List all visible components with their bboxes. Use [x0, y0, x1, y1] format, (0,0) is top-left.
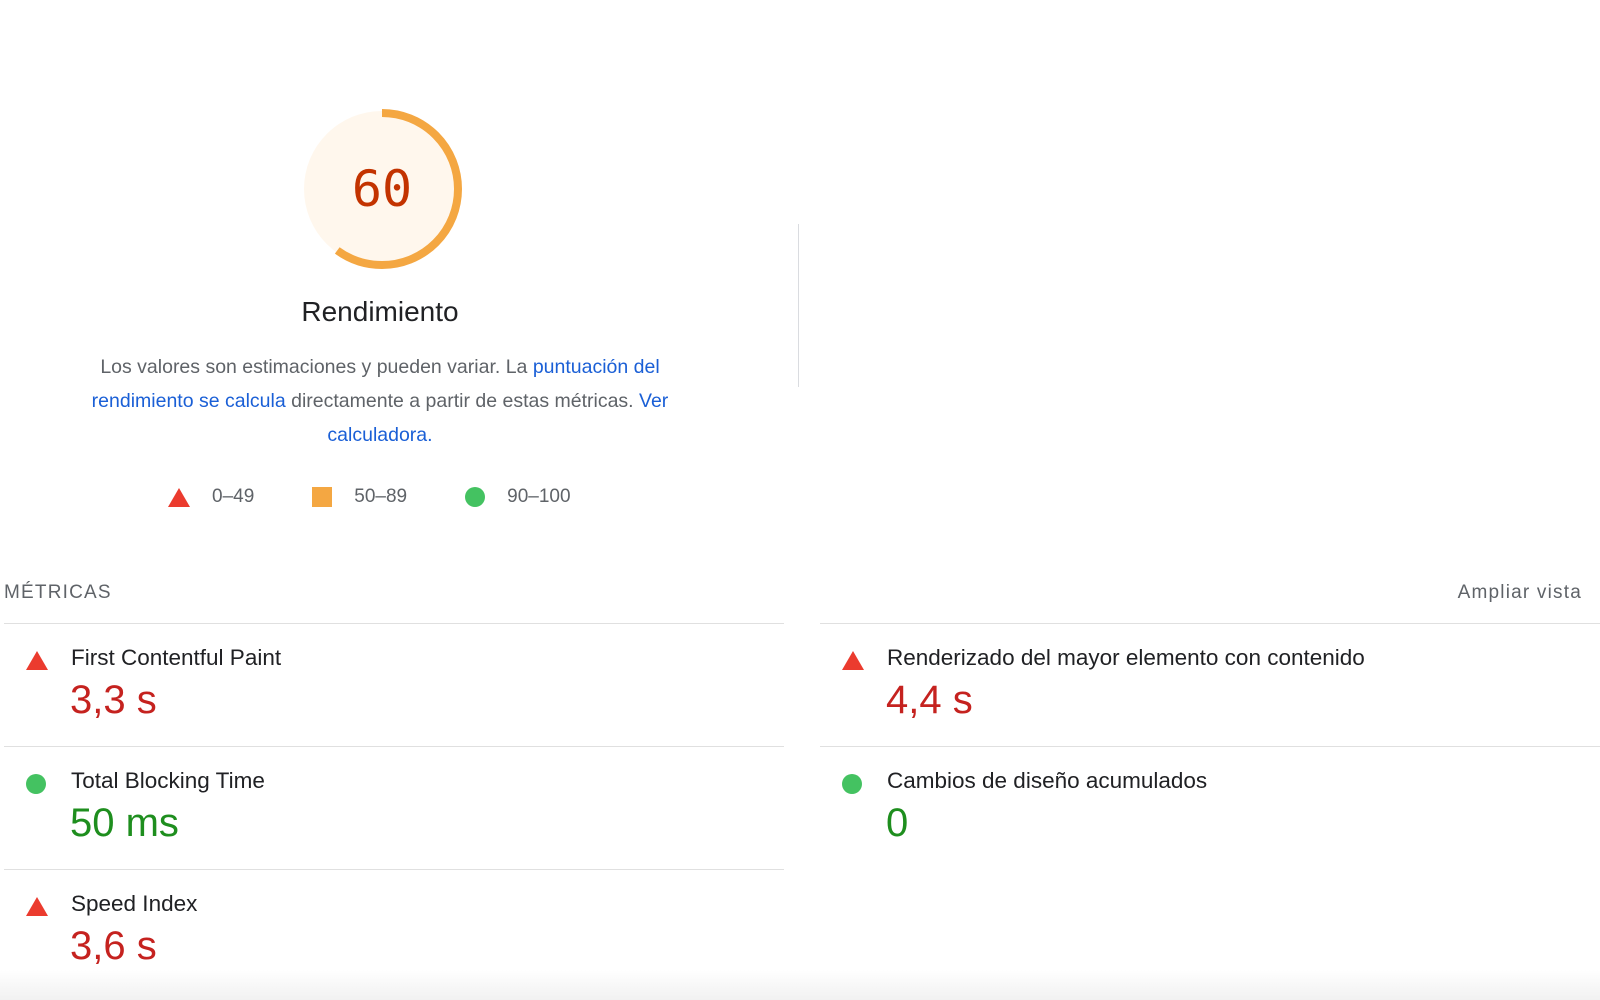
expand-view-button[interactable]: Ampliar vista	[1458, 582, 1582, 604]
metric-value: 3,3 s	[70, 678, 157, 722]
metric-total-blocking-time: Total Blocking Time 50 ms	[4, 746, 784, 869]
legend-label: 0–49	[212, 486, 255, 507]
lighthouse-report: 60 Rendimiento Los valores son estimacio…	[0, 0, 1600, 1000]
description-text-1: Los valores son estimaciones y pueden va…	[100, 356, 533, 378]
metric-name: First Contentful Paint	[71, 645, 282, 670]
metrics-column-right: Renderizado del mayor elemento con conte…	[820, 623, 1600, 869]
circle-icon	[842, 774, 862, 794]
circle-icon	[465, 487, 486, 507]
metric-name: Renderizado del mayor elemento con conte…	[887, 645, 1365, 670]
square-icon	[312, 487, 333, 507]
legend-item-average: 50–89	[312, 486, 407, 508]
metrics-title: MÉTRICAS	[4, 582, 112, 603]
metrics-column-left: First Contentful Paint 3,3 s Total Block…	[4, 623, 784, 992]
metric-first-contentful-paint: First Contentful Paint 3,3 s	[4, 623, 784, 746]
category-title: Rendimiento	[301, 296, 459, 327]
metric-cumulative-layout-shift: Cambios de diseño acumulados 0	[820, 746, 1600, 869]
score-legend: 0–49 50–89 90–100	[168, 484, 629, 510]
circle-icon	[26, 774, 46, 794]
triangle-icon	[168, 487, 190, 507]
legend-item-fail: 0–49	[168, 486, 254, 508]
legend-label: 50–89	[354, 486, 408, 507]
triangle-icon	[26, 651, 48, 670]
metric-name: Cambios de diseño acumulados	[887, 768, 1208, 793]
metric-value: 4,4 s	[886, 678, 973, 722]
description-text-2: directamente a partir de estas métricas.	[285, 390, 640, 412]
vertical-divider	[798, 224, 799, 387]
score-description: Los valores son estimaciones y pueden va…	[78, 350, 682, 452]
bottom-fade	[0, 970, 1600, 1000]
legend-item-pass: 90–100	[465, 486, 571, 508]
metric-largest-contentful-paint: Renderizado del mayor elemento con conte…	[820, 623, 1600, 746]
metric-name: Speed Index	[71, 891, 198, 916]
metric-name: Total Blocking Time	[71, 768, 265, 793]
triangle-icon	[26, 897, 48, 916]
triangle-icon	[842, 651, 864, 670]
legend-label: 90–100	[507, 486, 571, 507]
score-gauge: 60	[298, 105, 466, 273]
metric-value: 0	[886, 801, 909, 845]
metric-value: 3,6 s	[70, 924, 157, 968]
score-value: 60	[351, 160, 413, 218]
metric-value: 50 ms	[70, 801, 179, 845]
